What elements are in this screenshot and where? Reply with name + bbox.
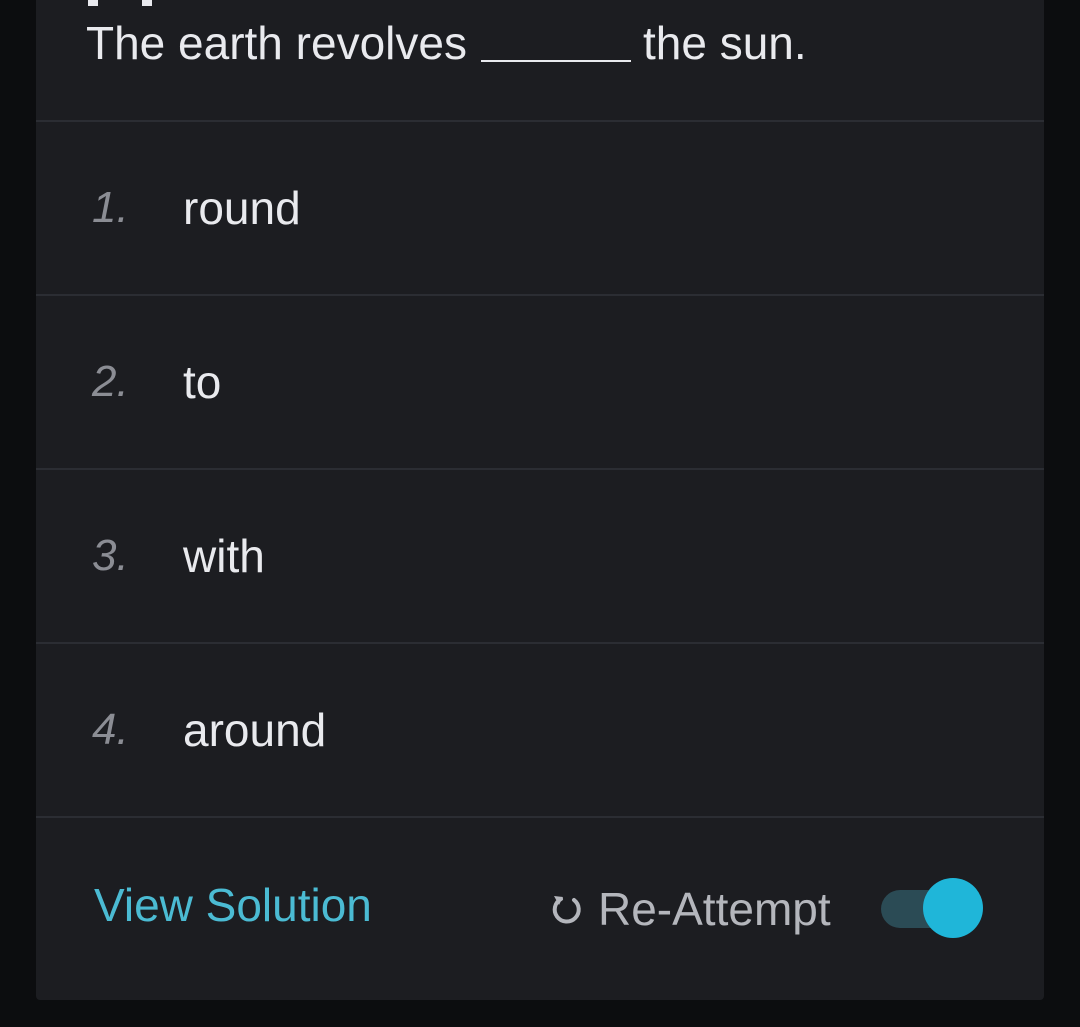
option-number: 4. <box>92 705 129 754</box>
option-label: with <box>183 530 265 582</box>
option-4[interactable]: 4. around <box>36 644 1044 818</box>
reattempt-button[interactable]: Re-Attempt <box>548 882 831 936</box>
option-label: to <box>183 356 222 408</box>
option-2[interactable]: 2. to <box>36 296 1044 470</box>
refresh-icon <box>548 891 584 927</box>
toggle-knob <box>923 878 983 938</box>
option-number: 2. <box>92 357 129 406</box>
option-3[interactable]: 3. with <box>36 470 1044 644</box>
option-number: 1. <box>92 183 129 232</box>
option-label: round <box>183 182 301 234</box>
reattempt-toggle[interactable] <box>881 878 985 940</box>
view-solution-link[interactable]: View Solution <box>94 878 372 932</box>
option-1[interactable]: 1. round <box>36 122 1044 296</box>
question-blank <box>480 59 631 62</box>
option-label: around <box>183 704 327 756</box>
question-card: The earth revolves the sun. 1. round 2. t… <box>36 0 1044 1000</box>
question-text: The earth revolves the sun. <box>86 16 807 70</box>
question-block: The earth revolves the sun. <box>36 0 1044 122</box>
answer-footer: View Solution Re-Attempt <box>36 818 1044 1000</box>
option-number: 3. <box>92 531 129 580</box>
question-text-before: The earth revolves <box>86 17 467 69</box>
top-marks <box>88 0 152 6</box>
reattempt-label: Re-Attempt <box>598 883 831 935</box>
question-text-after: the sun. <box>642 17 807 69</box>
